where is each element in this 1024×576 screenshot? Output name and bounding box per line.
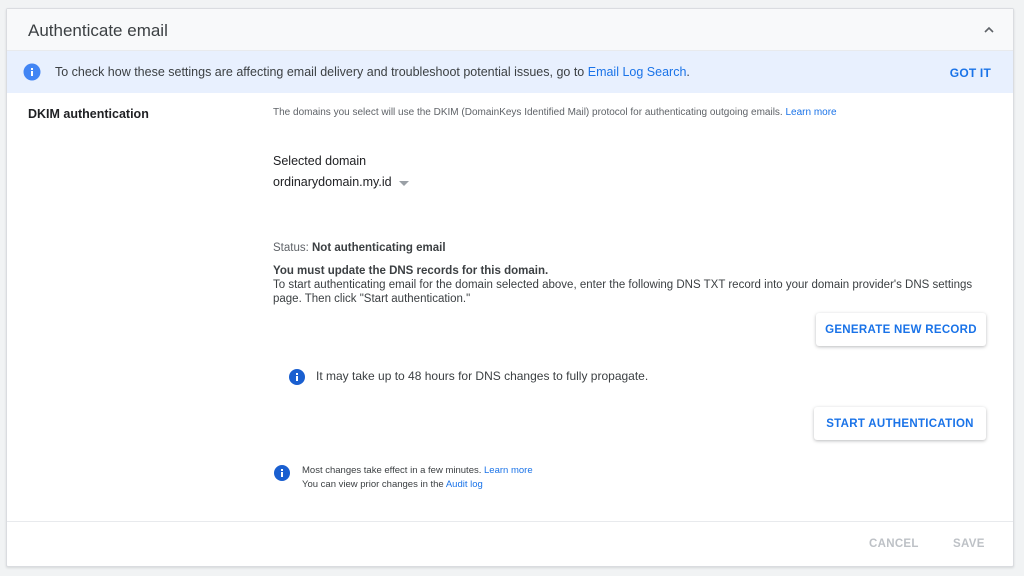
- selected-domain-label: Selected domain: [273, 154, 367, 168]
- info-icon: [289, 369, 305, 385]
- authenticate-email-card: Authenticate email To check how these se…: [6, 8, 1014, 567]
- dkim-section-label: DKIM authentication: [28, 107, 149, 121]
- dns-update-heading: You must update the DNS records for this…: [273, 265, 549, 277]
- status-value: Not authenticating email: [312, 242, 446, 254]
- generate-new-record-button[interactable]: GENERATE NEW RECORD: [816, 313, 986, 346]
- card-title: Authenticate email: [28, 21, 168, 40]
- dkim-description: The domains you select will use the DKIM…: [273, 107, 837, 118]
- chevron-up-icon[interactable]: [981, 22, 997, 38]
- dkim-learn-more-link[interactable]: Learn more: [785, 107, 836, 118]
- info-banner: To check how these settings are affectin…: [7, 51, 1013, 93]
- audit-log-link[interactable]: Audit log: [446, 479, 483, 490]
- dns-instructions: To start authenticating email for the do…: [273, 279, 973, 305]
- domain-dropdown-value: ordinarydomain.my.id: [273, 175, 392, 189]
- domain-dropdown[interactable]: ordinarydomain.my.id: [273, 175, 409, 189]
- changes-learn-more-link[interactable]: Learn more: [484, 465, 533, 476]
- card-header[interactable]: Authenticate email: [7, 9, 1013, 51]
- info-icon: [274, 465, 290, 481]
- email-log-search-link[interactable]: Email Log Search: [588, 65, 687, 79]
- got-it-button[interactable]: GOT IT: [950, 66, 991, 80]
- save-button[interactable]: SAVE: [953, 538, 985, 550]
- start-authentication-button[interactable]: START AUTHENTICATION: [814, 407, 986, 440]
- propagate-note: It may take up to 48 hours for DNS chang…: [316, 369, 649, 383]
- card-footer: CANCEL SAVE: [7, 521, 1013, 568]
- info-icon: [23, 63, 41, 81]
- changes-note: Most changes take effect in a few minute…: [302, 465, 533, 490]
- chevron-down-icon: [398, 180, 409, 186]
- status-text: Status: Not authenticating email: [273, 242, 446, 254]
- banner-message: To check how these settings are affectin…: [55, 65, 690, 79]
- cancel-button[interactable]: CANCEL: [869, 538, 919, 550]
